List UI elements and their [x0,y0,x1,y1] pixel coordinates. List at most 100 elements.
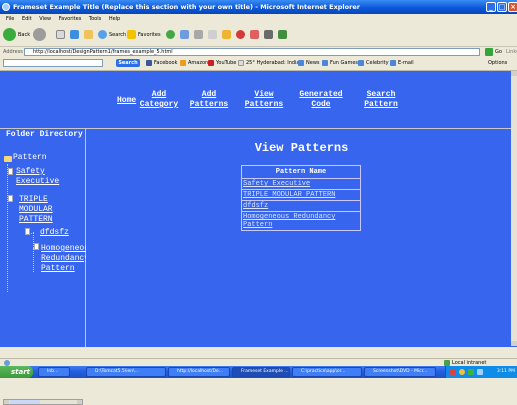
maximize-button[interactable]: □ [497,2,507,12]
forward-arrow-icon[interactable] [33,28,46,41]
toolbar-options[interactable]: Options [488,57,507,70]
windows-taskbar: start Inb... D:\Tomcat5.5\ien\... http:/… [0,366,517,378]
table-header-pattern-name: Pattern Name [241,165,361,179]
main-frame: View Patterns Pattern Name Safety Execut… [86,128,517,347]
minimize-button[interactable]: _ [486,2,496,12]
print-icon[interactable] [208,30,217,39]
addon-icon[interactable] [236,30,245,39]
back-label[interactable]: Back [18,32,30,38]
table-row: Homogeneous Redundancy Pattern [241,211,361,231]
tools-icon[interactable] [264,30,273,39]
media-icon[interactable] [166,30,175,39]
page-content: Home Add Category Add Patterns View Patt… [0,71,517,405]
search-label[interactable]: Search [109,32,126,38]
tree-item-safety-executive[interactable]: Safety Executive [16,167,59,187]
scroll-up-arrow-icon[interactable] [511,71,517,76]
ie-logo-icon [2,3,10,11]
toolbar-item-facebook[interactable]: Facebook [146,57,178,70]
tree-connector-line [33,232,34,272]
document-icon [8,195,13,202]
toolbar-item-weather[interactable]: 25° Hyderabad: India [238,57,300,70]
mail-icon[interactable] [194,30,203,39]
taskbar-item-active[interactable]: Frameset Example ... [232,367,290,377]
tree-connector-line [7,164,8,292]
pattern-link-homogeneous-redundancy-pattern[interactable]: Homogeneous Redundancy Pattern [243,213,335,229]
tree-item-dfdsfz[interactable]: dfdsfz [40,228,69,237]
toolbar-search-input[interactable] [3,59,103,67]
scroll-right-arrow-icon[interactable] [77,400,82,404]
open-folder-icon [4,156,12,162]
menu-favorites[interactable]: Favorites [59,16,82,22]
favorites-label[interactable]: Favorites [138,32,161,38]
network-icon[interactable] [477,369,483,375]
tree-item-triple-modular-pattern[interactable]: TRIPLE MODULAR PATTERN [19,195,53,225]
news-icon [298,59,304,66]
header-frame: Home Add Category Add Patterns View Patt… [0,71,517,127]
menu-file[interactable]: File [6,16,14,22]
pattern-link-triple-modular-pattern[interactable]: TRIPLE MODULAR PATTERN [243,191,335,199]
address-input[interactable]: http://localhost/DesignPattern1/frames_e… [24,48,480,56]
home-icon[interactable] [84,30,93,39]
table-row: Safety Executive [241,178,361,190]
pattern-link-safety-executive[interactable]: Safety Executive [243,180,310,188]
plugin-icon[interactable] [278,30,287,39]
toolbar-icon[interactable] [250,30,259,39]
search-icon[interactable] [98,30,107,39]
amazon-icon [180,59,186,66]
taskbar-item[interactable]: C:\practice\app\or... [292,367,362,377]
top-navigation: Home Add Category Add Patterns View Patt… [0,89,517,119]
celebrity-icon [358,59,364,66]
toolbar-item-news[interactable]: News [298,57,320,70]
menu-bar: File Edit View Favorites Tools Help [0,14,517,24]
nav-link-add-patterns[interactable]: Add Patterns [188,90,230,110]
scroll-left-arrow-icon[interactable] [4,400,9,404]
tray-icon[interactable] [450,369,456,375]
start-button[interactable]: start [0,366,33,378]
stop-icon[interactable] [56,30,65,39]
taskbar-item[interactable]: Inb... [38,367,70,377]
window-title: Frameset Example Title (Replace this sec… [13,3,360,11]
favorites-star-icon[interactable] [127,30,136,39]
nav-link-home[interactable]: Home [117,96,136,106]
patterns-table: Pattern Name Safety Executive TRIPLE MOD… [241,165,361,231]
refresh-icon[interactable] [70,30,79,39]
taskbar-item[interactable]: http://localhost/De... [168,367,230,377]
system-tray: 3:11 PM [445,366,517,378]
toolbar-item-celebrity[interactable]: Celebrity [358,57,389,70]
tray-icon[interactable] [468,369,474,375]
pattern-link-dfdsfz[interactable]: dfdsfz [243,202,268,210]
back-arrow-icon[interactable] [3,28,16,41]
search-toolbar: Search Facebook Amazon YouTube 25° Hyder… [0,57,517,71]
nav-link-generated-code[interactable]: Generated Code [296,90,346,110]
nav-link-add-category[interactable]: Add Category [139,90,179,110]
left-frame-horizontal-scrollbar[interactable] [3,399,83,405]
close-button[interactable]: × [508,2,517,12]
toolbar-item-amazon[interactable]: Amazon [180,57,208,70]
folder-icon[interactable] [222,30,231,39]
scrollbar-thumb[interactable] [10,400,40,404]
scroll-down-arrow-icon[interactable] [511,341,517,346]
menu-help[interactable]: Help [109,16,120,22]
go-arrow-icon[interactable] [485,48,493,56]
toolbar-search-button[interactable]: Search [116,59,140,67]
tree-root-label[interactable]: Pattern [13,153,47,162]
tray-icon[interactable] [459,369,465,375]
toolbar-item-fun-games[interactable]: Fun Games [322,57,358,70]
document-icon [8,168,13,175]
games-icon [322,59,328,66]
facebook-icon [146,59,152,66]
page-vertical-scrollbar[interactable] [511,71,517,346]
menu-view[interactable]: View [39,16,51,22]
taskbar-item[interactable]: D:\Tomcat5.5\ien\... [86,367,166,377]
history-icon[interactable] [180,30,189,39]
window-title-bar[interactable]: Frameset Example Title (Replace this sec… [0,0,517,14]
menu-tools[interactable]: Tools [89,16,101,22]
taskbar-item[interactable]: Screenshot\DVD - Micr... [364,367,436,377]
nav-link-view-patterns[interactable]: View Patterns [243,90,285,110]
toolbar-item-email[interactable]: E-mail [390,57,414,70]
nav-link-search-pattern[interactable]: Search Pattern [359,90,403,110]
toolbar-item-youtube[interactable]: YouTube [208,57,236,70]
weather-icon [238,59,244,66]
menu-edit[interactable]: Edit [22,16,32,22]
page-title: View Patterns [254,141,349,155]
